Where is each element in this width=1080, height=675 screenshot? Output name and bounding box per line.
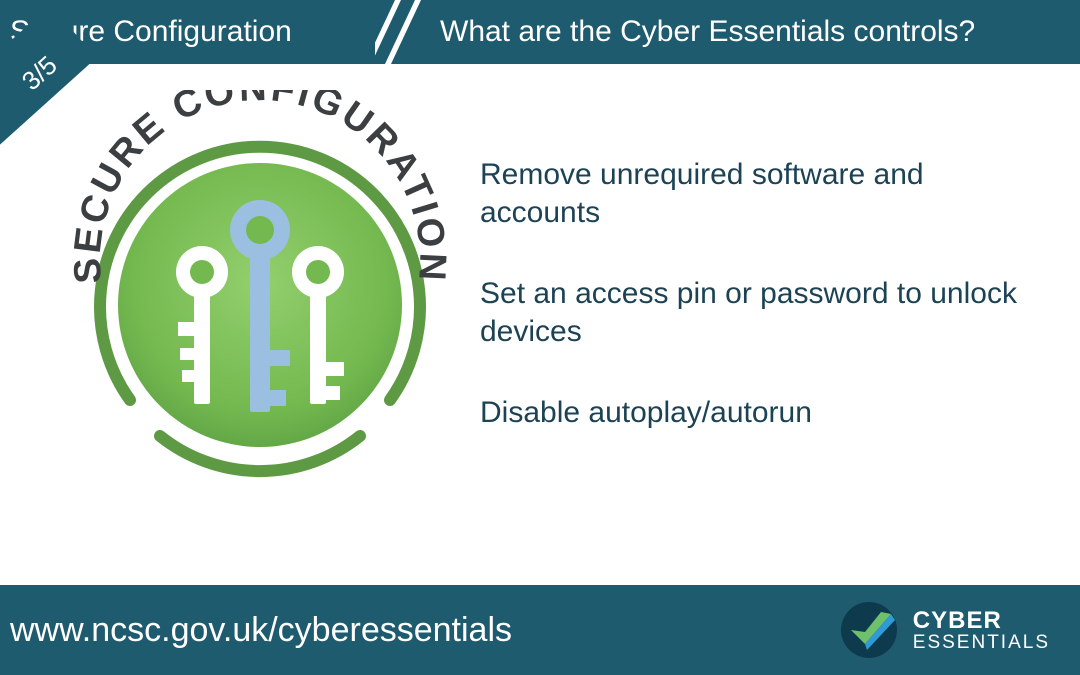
cyber-essentials-logo-text: CYBER ESSENTIALS [913, 609, 1050, 652]
bullet-item: Disable autoplay/autorun [480, 394, 1050, 432]
cyber-essentials-logo: CYBER ESSENTIALS [837, 598, 1050, 662]
header-right-title: What are the Cyber Essentials controls? [440, 15, 975, 49]
badge-area: SECURE CONFIGURATION [0, 64, 480, 585]
logo-line-2: ESSENTIALS [913, 633, 1050, 652]
secure-configuration-badge-icon: SECURE CONFIGURATION [60, 90, 460, 490]
bullet-list: Remove unrequired software and accounts … [480, 64, 1080, 585]
bullet-item: Set an access pin or password to unlock … [480, 275, 1050, 352]
footer-url: www.ncsc.gov.uk/cyberessentials [10, 611, 512, 650]
header-bar: Secure Configuration What are the Cyber … [0, 0, 1080, 64]
footer-bar: www.ncsc.gov.uk/cyberessentials CYBER ES… [0, 585, 1080, 675]
logo-line-1: CYBER [913, 609, 1050, 633]
main-content: SECURE CONFIGURATION Remove unrequired s… [0, 64, 1080, 585]
cyber-essentials-tick-icon [837, 598, 901, 662]
header-right-panel: What are the Cyber Essentials controls? [425, 0, 1080, 64]
bullet-item: Remove unrequired software and accounts [480, 156, 1050, 233]
